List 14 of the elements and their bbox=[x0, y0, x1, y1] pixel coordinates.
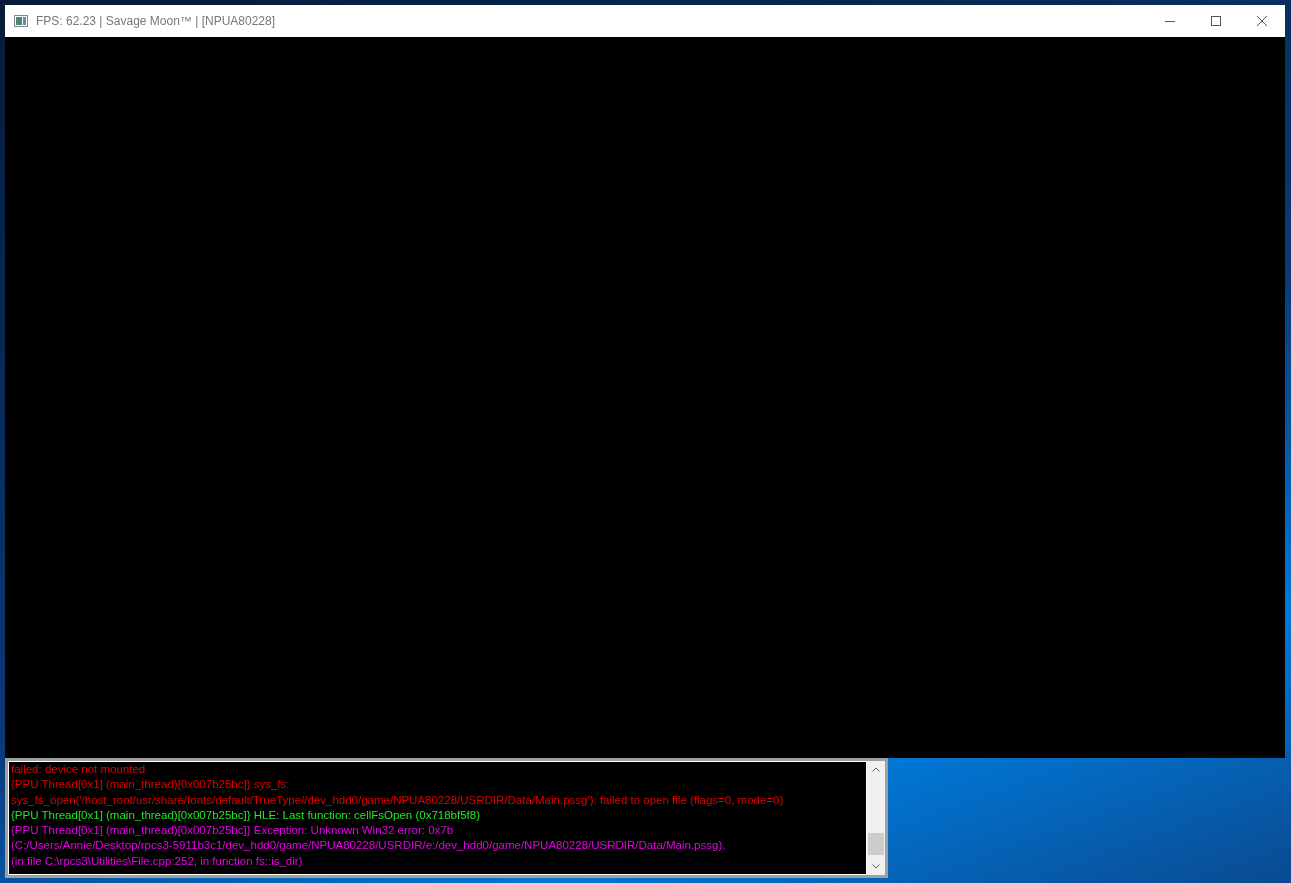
log-line: {PPU Thread[0x1] (main_thread)[0x007b25bc]} Exception: Unknown Win32 error: 0x7b bbox=[11, 823, 455, 839]
log-line: failed: device not mounted bbox=[11, 762, 147, 777]
log-line: (in file C:\rpcs3\Utilities\File.cpp:252, in function fs::is_dir) bbox=[11, 853, 304, 869]
scrollbar-thumb[interactable] bbox=[868, 833, 884, 855]
log-line: (C:/Users/Annie/Desktop/rpcs3-5911b3c1/dev_hdd0/game/NPUA80228/USRDIR/e:/dev_hdd0/game/NPUA80228/USRDIR/Data/Main.pssg). bbox=[11, 838, 727, 854]
caret-up-icon bbox=[872, 767, 880, 772]
log-line: sys_fs_open('/host_root/usr/share/fonts/default/TrueType//dev_hdd0/game/NPUA80228/USRDIR/Data/Main.pssg'): failed to open file (flags=0, mode=0) bbox=[11, 792, 785, 808]
app-icon bbox=[14, 15, 28, 27]
caret-down-icon bbox=[872, 864, 880, 869]
log-line: {PPU Thread[0x1] (main_thread)[0x007b25bc]} HLE: Last function: cellFsOpen (0x718bf5f8) bbox=[11, 807, 481, 823]
close-icon bbox=[1257, 16, 1267, 26]
log-line: {PPU Thread[0x1] (main_thread)[0x007b25bc]} sys_fs: bbox=[11, 777, 291, 793]
window-title: FPS: 62.23 | Savage Moon™ | [NPUA80228] bbox=[36, 14, 277, 28]
maximize-icon bbox=[1211, 16, 1221, 26]
